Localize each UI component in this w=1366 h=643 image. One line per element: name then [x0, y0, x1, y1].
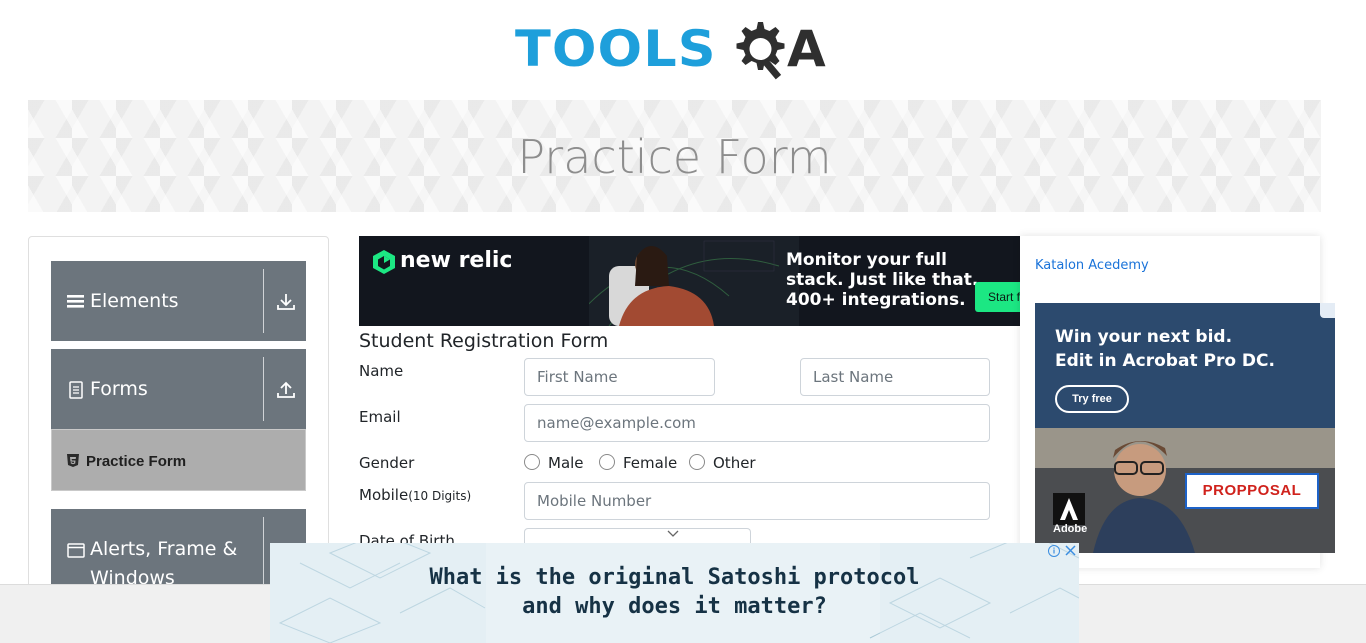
headline-line: stack. Just like that. [786, 270, 979, 290]
upload-icon [277, 381, 295, 398]
sidebar-item-practice-form[interactable]: Practice Form [51, 429, 306, 491]
sidebar-group-forms[interactable]: Forms [51, 349, 306, 429]
adobe-brand: Adobe [1053, 523, 1088, 535]
sidebar-group-label: Forms [90, 378, 148, 400]
mobile-input[interactable]: Mobile Number [524, 482, 990, 520]
divider [263, 357, 264, 421]
sidebar-item-label: Practice Form [86, 453, 187, 470]
page: TOOLS A Practice Form Elements Forms Pra… [0, 0, 1366, 643]
person-photo [589, 236, 799, 326]
gender-label: Gender [359, 454, 415, 472]
new-relic-ad[interactable]: new relic Monitor your full stack. Just … [359, 236, 1020, 326]
proposal-text: PROPPOSAL [1185, 473, 1319, 509]
last-name-input[interactable]: Last Name [800, 358, 990, 396]
page-banner: Practice Form [28, 100, 1321, 212]
form-title: Student Registration Form [359, 330, 609, 352]
gender-male-radio[interactable] [524, 454, 540, 470]
gender-female-radio[interactable] [599, 454, 615, 470]
document-icon [69, 381, 83, 399]
bottom-ad[interactable]: What is the original Satoshi protocol an… [270, 543, 1079, 643]
toolsqa-logo[interactable]: TOOLS A [515, 16, 840, 90]
chevron-down-icon [667, 530, 679, 537]
headline-line: What is the original Satoshi protocol [429, 565, 920, 590]
gear-magnifier-icon [736, 22, 785, 80]
mobile-hint: (10 Digits) [408, 489, 472, 503]
start-free-button[interactable]: Start f [975, 282, 1020, 312]
sidebar-group-label: Elements [90, 290, 179, 312]
ad-close-icon[interactable] [1048, 544, 1078, 558]
new-relic-logo-icon [373, 250, 395, 274]
sidebar-group-elements[interactable]: Elements [51, 261, 306, 341]
gender-other-radio[interactable] [689, 454, 705, 470]
gender-other-label[interactable]: Other [713, 454, 756, 472]
headline-line: 400+ integrations. [786, 290, 966, 310]
divider [263, 269, 264, 333]
adobe-ad[interactable]: Win your next bid. Edit in Acrobat Pro D… [1035, 303, 1335, 553]
first-name-input[interactable]: First Name [524, 358, 715, 396]
page-title: Practice Form [517, 130, 832, 184]
window-icon [67, 543, 85, 558]
adchoices-icon[interactable] [1320, 303, 1335, 318]
headline-line: Edit in Acrobat Pro DC. [1055, 351, 1275, 371]
headline-line: and why does it matter? [522, 594, 827, 619]
sidebar-group-label: Alerts, Frame & [90, 538, 238, 560]
adobe-logo-icon [1053, 493, 1085, 525]
logo-text-tools: TOOLS [515, 20, 717, 78]
gender-male-label[interactable]: Male [548, 454, 584, 472]
headline-line: Monitor your full [786, 250, 947, 270]
name-label: Name [359, 362, 404, 380]
logo-text-a: A [787, 20, 826, 78]
mobile-label-text: Mobile [359, 486, 409, 504]
gender-female-label[interactable]: Female [623, 454, 677, 472]
bottom-ad-headline: What is the original Satoshi protocol an… [270, 563, 1079, 621]
new-relic-brand: new relic [400, 248, 513, 273]
download-icon [277, 294, 295, 310]
katalon-academy-link[interactable]: Katalon Acedemy [1035, 258, 1149, 273]
email-input[interactable]: name@example.com [524, 404, 990, 442]
list-icon [67, 295, 84, 308]
mobile-label: Mobile(10 Digits) [359, 486, 471, 504]
try-free-button[interactable]: Try free [1055, 385, 1129, 413]
new-relic-headline: Monitor your full stack. Just like that.… [786, 250, 986, 310]
html5-icon [67, 454, 79, 467]
headline-line: Win your next bid. [1055, 327, 1233, 347]
adobe-headline: Win your next bid. Edit in Acrobat Pro D… [1055, 325, 1275, 373]
email-label: Email [359, 408, 401, 426]
